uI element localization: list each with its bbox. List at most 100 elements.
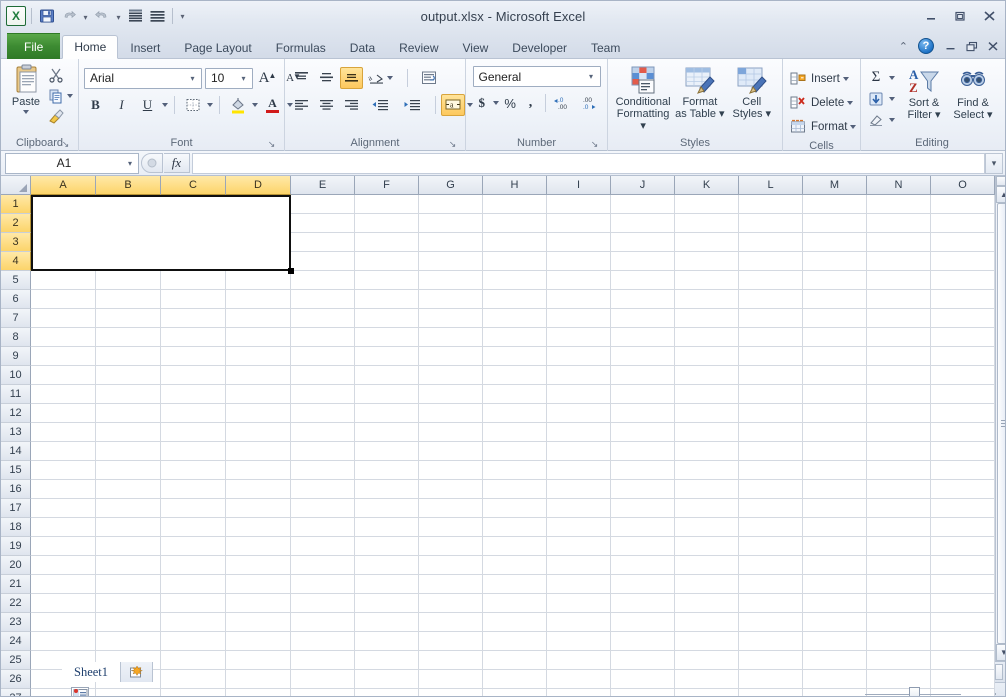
- cell-G2[interactable]: [419, 214, 483, 233]
- cell-G12[interactable]: [419, 404, 483, 423]
- cell-I12[interactable]: [547, 404, 611, 423]
- cell-E25[interactable]: [291, 651, 355, 670]
- cell-N25[interactable]: [867, 651, 931, 670]
- cell-K16[interactable]: [675, 480, 739, 499]
- cell-A8[interactable]: [31, 328, 96, 347]
- zoom-slider-thumb[interactable]: [909, 686, 920, 696]
- cell-E6[interactable]: [291, 290, 355, 309]
- cell-J26[interactable]: [611, 670, 675, 689]
- cell-C25[interactable]: [161, 651, 226, 670]
- cell-B8[interactable]: [96, 328, 161, 347]
- cell-N14[interactable]: [867, 442, 931, 461]
- row-header-10[interactable]: 10: [1, 366, 31, 385]
- cell-F14[interactable]: [355, 442, 419, 461]
- row-header-9[interactable]: 9: [1, 347, 31, 366]
- cell-N5[interactable]: [867, 271, 931, 290]
- currency-button[interactable]: $: [473, 92, 491, 114]
- cell-D5[interactable]: [226, 271, 291, 290]
- cell-I21[interactable]: [547, 575, 611, 594]
- cell-B7[interactable]: [96, 309, 161, 328]
- cell-E18[interactable]: [291, 518, 355, 537]
- font-dialog-launcher[interactable]: ↘: [266, 139, 277, 150]
- cell-B22[interactable]: [96, 594, 161, 613]
- cell-O16[interactable]: [931, 480, 995, 499]
- cell-E10[interactable]: [291, 366, 355, 385]
- cell-B24[interactable]: [96, 632, 161, 651]
- borders-button[interactable]: [181, 94, 204, 116]
- cell-K3[interactable]: [675, 233, 739, 252]
- cell-M25[interactable]: [803, 651, 867, 670]
- cell-L14[interactable]: [739, 442, 803, 461]
- cell-N8[interactable]: [867, 328, 931, 347]
- cell-styles-button[interactable]: Cell Styles ▾: [727, 64, 777, 120]
- cell-E22[interactable]: [291, 594, 355, 613]
- currency-dropdown-icon[interactable]: [492, 101, 499, 105]
- cell-K25[interactable]: [675, 651, 739, 670]
- cell-K23[interactable]: [675, 613, 739, 632]
- collapse-ribbon-icon[interactable]: ⌃: [899, 40, 908, 53]
- cell-K7[interactable]: [675, 309, 739, 328]
- cell-F18[interactable]: [355, 518, 419, 537]
- cell-N22[interactable]: [867, 594, 931, 613]
- cell-F25[interactable]: [355, 651, 419, 670]
- clipboard-dialog-launcher[interactable]: ↘: [60, 139, 71, 150]
- cell-E24[interactable]: [291, 632, 355, 651]
- cell-F10[interactable]: [355, 366, 419, 385]
- cell-C22[interactable]: [161, 594, 226, 613]
- cell-H10[interactable]: [483, 366, 547, 385]
- cell-D17[interactable]: [226, 499, 291, 518]
- cell-F9[interactable]: [355, 347, 419, 366]
- cell-F7[interactable]: [355, 309, 419, 328]
- cell-C15[interactable]: [161, 461, 226, 480]
- autosum-dropdown-icon[interactable]: [889, 75, 895, 80]
- top-align-button[interactable]: [290, 67, 313, 89]
- cell-C5[interactable]: [161, 271, 226, 290]
- cell-F1[interactable]: [355, 195, 419, 214]
- cell-F20[interactable]: [355, 556, 419, 575]
- italic-button[interactable]: I: [110, 94, 133, 116]
- cell-H2[interactable]: [483, 214, 547, 233]
- cell-A12[interactable]: [31, 404, 96, 423]
- cell-K17[interactable]: [675, 499, 739, 518]
- comma-style-button[interactable]: ,: [521, 92, 539, 114]
- cell-J18[interactable]: [611, 518, 675, 537]
- cell-G8[interactable]: [419, 328, 483, 347]
- cell-C11[interactable]: [161, 385, 226, 404]
- tab-home[interactable]: Home: [62, 35, 119, 59]
- cell-G3[interactable]: [419, 233, 483, 252]
- cell-O2[interactable]: [931, 214, 995, 233]
- cell-I4[interactable]: [547, 252, 611, 271]
- increase-decimal-button[interactable]: .0 .00: [551, 92, 575, 114]
- cell-O22[interactable]: [931, 594, 995, 613]
- decrease-decimal-button[interactable]: .00 .0: [577, 92, 601, 114]
- borders-dropdown-icon[interactable]: [207, 103, 213, 107]
- cell-K4[interactable]: [675, 252, 739, 271]
- cell-J27[interactable]: [611, 689, 675, 696]
- cell-I10[interactable]: [547, 366, 611, 385]
- cell-N13[interactable]: [867, 423, 931, 442]
- column-header-f[interactable]: F: [355, 176, 419, 195]
- record-macro-button[interactable]: [71, 686, 89, 696]
- vertical-scroll-thumb[interactable]: [996, 203, 1005, 644]
- cell-D10[interactable]: [226, 366, 291, 385]
- cell-M8[interactable]: [803, 328, 867, 347]
- orientation-dropdown-icon[interactable]: [386, 76, 393, 80]
- cell-O13[interactable]: [931, 423, 995, 442]
- cell-C23[interactable]: [161, 613, 226, 632]
- row-header-14[interactable]: 14: [1, 442, 31, 461]
- cell-M26[interactable]: [803, 670, 867, 689]
- cell-J6[interactable]: [611, 290, 675, 309]
- cell-H25[interactable]: [483, 651, 547, 670]
- cell-B15[interactable]: [96, 461, 161, 480]
- cell-G15[interactable]: [419, 461, 483, 480]
- cell-K22[interactable]: [675, 594, 739, 613]
- cell-J12[interactable]: [611, 404, 675, 423]
- cell-N19[interactable]: [867, 537, 931, 556]
- cell-D18[interactable]: [226, 518, 291, 537]
- number-format-combo[interactable]: General ▾: [472, 66, 601, 87]
- row-header-17[interactable]: 17: [1, 499, 31, 518]
- cell-F13[interactable]: [355, 423, 419, 442]
- row-header-12[interactable]: 12: [1, 404, 31, 423]
- row-header-7[interactable]: 7: [1, 309, 31, 328]
- row-header-13[interactable]: 13: [1, 423, 31, 442]
